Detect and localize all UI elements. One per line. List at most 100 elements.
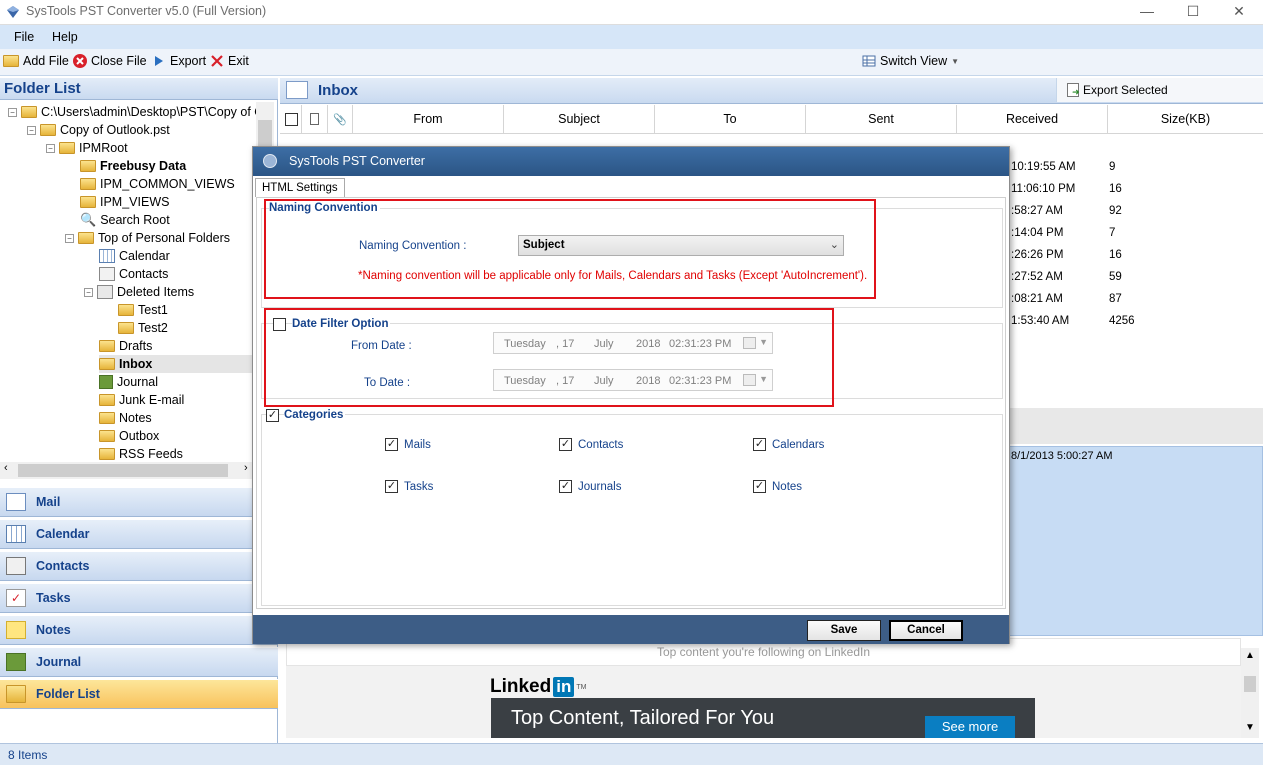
save-button[interactable]: Save bbox=[807, 620, 881, 641]
inbox-icon bbox=[99, 358, 115, 370]
collapse-icon[interactable]: − bbox=[27, 125, 36, 135]
category-tasks[interactable]: ✓ Tasks bbox=[385, 480, 433, 493]
categories-checkbox[interactable]: ✓ bbox=[266, 409, 279, 422]
column-sent[interactable]: Sent bbox=[806, 105, 957, 134]
scrollbar-thumb[interactable] bbox=[258, 120, 272, 148]
nav-calendar[interactable]: Calendar bbox=[0, 519, 278, 549]
scroll-up-icon[interactable]: ▲ bbox=[1245, 650, 1255, 661]
tree-node[interactable]: Notes bbox=[99, 409, 152, 427]
select-all-checkbox[interactable] bbox=[285, 113, 298, 126]
maximize-button[interactable]: ☐ bbox=[1170, 0, 1216, 24]
tree-node[interactable]: Test2 bbox=[118, 319, 168, 337]
app-icon bbox=[6, 5, 20, 19]
scroll-right-icon[interactable]: › bbox=[244, 462, 248, 474]
column-size[interactable]: Size(KB) bbox=[1108, 105, 1263, 134]
categories-group bbox=[261, 414, 1003, 606]
tree-node-selected[interactable]: Inbox bbox=[99, 355, 256, 373]
collapse-icon[interactable]: − bbox=[84, 287, 93, 297]
tasks-checkbox[interactable]: ✓ bbox=[385, 480, 398, 493]
tree-node[interactable]: − Deleted Items bbox=[84, 283, 194, 301]
highlight-box bbox=[264, 308, 834, 407]
tab-html-settings[interactable]: HTML Settings bbox=[255, 178, 345, 197]
see-more-button[interactable]: See more bbox=[925, 716, 1015, 738]
categories-group-title: Categories bbox=[284, 409, 346, 421]
category-calendars[interactable]: ✓ Calendars bbox=[753, 438, 824, 451]
close-file-button[interactable]: Close File bbox=[73, 54, 147, 68]
contacts-checkbox[interactable]: ✓ bbox=[559, 438, 572, 451]
mails-checkbox[interactable]: ✓ bbox=[385, 438, 398, 451]
category-contacts[interactable]: ✓ Contacts bbox=[559, 438, 623, 451]
grid-view-icon bbox=[862, 54, 876, 68]
scrollbar-thumb[interactable] bbox=[1244, 676, 1256, 692]
tree-node[interactable]: RSS Feeds bbox=[99, 445, 183, 462]
dialog-title: SysTools PST Converter bbox=[289, 154, 425, 168]
nav-tasks[interactable]: ✓ Tasks bbox=[0, 583, 278, 613]
folder-icon bbox=[78, 232, 94, 244]
switch-view-button[interactable]: Switch View ▼ bbox=[862, 54, 959, 68]
nav-folder-list[interactable]: Folder List bbox=[0, 679, 278, 709]
category-notes[interactable]: ✓ Notes bbox=[753, 480, 802, 493]
export-button[interactable]: Export bbox=[152, 54, 206, 68]
tree-node[interactable]: − IPMRoot bbox=[46, 139, 128, 157]
tree-node[interactable]: Freebusy Data bbox=[80, 157, 186, 175]
journals-checkbox[interactable]: ✓ bbox=[559, 480, 572, 493]
tree-node[interactable]: − Top of Personal Folders bbox=[65, 229, 230, 247]
notes-icon bbox=[6, 621, 26, 639]
tree-node[interactable]: − Copy of Outlook.pst bbox=[27, 121, 170, 139]
column-to[interactable]: To bbox=[655, 105, 806, 134]
close-window-button[interactable]: ✕ bbox=[1216, 0, 1262, 24]
nav-contacts[interactable]: Contacts bbox=[0, 551, 278, 581]
attachment-column[interactable]: 📎 bbox=[328, 105, 353, 134]
column-subject[interactable]: Subject bbox=[504, 105, 655, 134]
folder-tree: − C:\Users\admin\Desktop\PST\Copy of O − C… bbox=[0, 102, 256, 462]
tree-node[interactable]: IPM_VIEWS bbox=[80, 193, 169, 211]
nav-mail[interactable]: Mail bbox=[0, 487, 278, 517]
scroll-down-icon[interactable]: ▼ bbox=[1245, 722, 1255, 733]
collapse-icon[interactable]: − bbox=[65, 233, 74, 243]
add-file-button[interactable]: Add File bbox=[3, 54, 69, 68]
menu-file[interactable]: File bbox=[14, 30, 34, 44]
nav-notes[interactable]: Notes bbox=[0, 615, 278, 645]
tree-node[interactable]: Drafts bbox=[99, 337, 152, 355]
tree-node[interactable]: Journal bbox=[99, 373, 158, 391]
tree-node[interactable]: IPM_COMMON_VIEWS bbox=[80, 175, 235, 193]
tree-node[interactable]: − C:\Users\admin\Desktop\PST\Copy of O bbox=[8, 103, 256, 121]
exit-button[interactable]: Exit bbox=[210, 54, 249, 68]
cancel-button[interactable]: Cancel bbox=[889, 620, 963, 641]
select-all-column[interactable] bbox=[280, 105, 302, 134]
column-received[interactable]: Received bbox=[957, 105, 1108, 134]
category-mails[interactable]: ✓ Mails bbox=[385, 438, 431, 451]
tree-node[interactable]: 🔍 Search Root bbox=[80, 211, 170, 229]
tree-node[interactable]: Outbox bbox=[99, 427, 159, 445]
notes-checkbox[interactable]: ✓ bbox=[753, 480, 766, 493]
tree-node[interactable]: Test1 bbox=[118, 301, 168, 319]
nav-journal[interactable]: Journal bbox=[0, 647, 278, 677]
preview-scrollbar[interactable]: ▲ ▼ bbox=[1241, 648, 1259, 738]
tree-horizontal-scrollbar[interactable]: ‹ › bbox=[0, 462, 256, 479]
junk-email-icon bbox=[99, 394, 115, 406]
mail-icon bbox=[6, 493, 26, 511]
scroll-left-icon[interactable]: ‹ bbox=[4, 462, 8, 474]
tree-node[interactable]: Contacts bbox=[99, 265, 168, 283]
tasks-checkmark-icon: ✓ bbox=[6, 589, 26, 607]
folder-list-header: Folder List bbox=[0, 78, 278, 100]
close-file-label: Close File bbox=[91, 54, 147, 68]
calendars-checkbox[interactable]: ✓ bbox=[753, 438, 766, 451]
tree-node[interactable]: Junk E-mail bbox=[99, 391, 184, 409]
column-from[interactable]: From bbox=[353, 105, 504, 134]
collapse-icon[interactable]: − bbox=[8, 107, 17, 117]
contacts-icon bbox=[99, 267, 115, 281]
collapse-icon[interactable]: − bbox=[46, 143, 55, 153]
minimize-button[interactable]: — bbox=[1124, 0, 1170, 24]
tree-node[interactable]: Calendar bbox=[99, 247, 170, 265]
category-journals[interactable]: ✓ Journals bbox=[559, 480, 621, 493]
linkedin-logo: Linked in TM bbox=[490, 676, 587, 697]
dialog-body: Naming Convention Naming Convention : Su… bbox=[256, 197, 1006, 609]
export-selected-button[interactable]: ➜ Export Selected bbox=[1056, 78, 1263, 102]
deleted-items-icon bbox=[97, 285, 113, 299]
search-icon: 🔍 bbox=[80, 212, 97, 227]
doc-column[interactable] bbox=[302, 105, 328, 134]
toolbar: Add File Close File Export Exit Switch V… bbox=[0, 49, 1263, 76]
scrollbar-thumb[interactable] bbox=[18, 464, 228, 477]
menu-help[interactable]: Help bbox=[52, 30, 78, 44]
